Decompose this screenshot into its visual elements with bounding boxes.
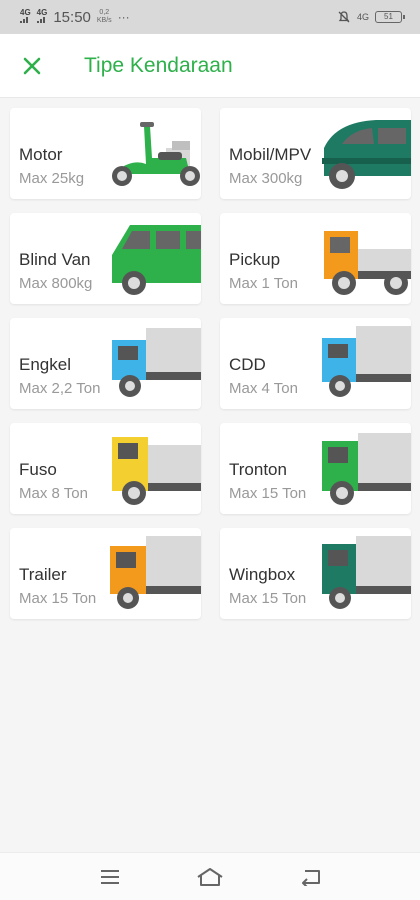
menu-icon	[101, 869, 119, 884]
close-icon	[23, 57, 41, 74]
vehicle-card-blind-van[interactable]: Blind Van Max 800kg	[10, 213, 201, 304]
battery-level: 51	[384, 12, 393, 21]
vehicle-grid: Motor Max 25kg Mobil/MPV Max 300kg Blind…	[10, 108, 412, 619]
vehicle-capacity: Max 15 Ton	[229, 590, 307, 607]
vehicle-name: CDD	[229, 355, 266, 374]
vehicle-capacity: Max 300kg	[229, 170, 303, 187]
vehicle-capacity: Max 15 Ton	[19, 590, 97, 607]
status-bar: 4G 4G 15:50 0,2 KB/s ··· 4G 51	[0, 0, 420, 34]
vehicle-card-fuso[interactable]: Fuso Max 8 Ton	[10, 423, 201, 514]
vehicle-card-trailer[interactable]: Trailer Max 15 Ton	[10, 528, 201, 619]
status-time: 15:50	[53, 8, 91, 26]
vehicle-name: Mobil/MPV	[229, 145, 312, 164]
truck-icon	[112, 437, 201, 505]
mute-bell-icon	[338, 11, 350, 23]
home-button[interactable]	[185, 855, 235, 899]
vehicle-card-cdd[interactable]: CDD Max 4 Ton	[220, 318, 411, 409]
van-icon	[112, 225, 201, 295]
box-truck-icon	[322, 326, 411, 397]
truck-icon	[322, 433, 411, 505]
box-truck-icon	[322, 536, 411, 609]
vehicle-name: Blind Van	[19, 250, 91, 269]
vehicle-card-pickup[interactable]: Pickup Max 1 Ton	[220, 213, 411, 304]
close-button[interactable]	[0, 34, 64, 98]
truck-icon	[112, 328, 201, 397]
vehicle-name: Tronton	[229, 460, 287, 479]
status-right: 4G 51	[337, 10, 405, 24]
vehicle-capacity: Max 25kg	[19, 170, 85, 187]
car-icon	[322, 120, 411, 189]
network-label-2: 4G	[36, 8, 48, 17]
home-icon	[197, 867, 223, 886]
vehicle-name: Motor	[19, 145, 63, 164]
battery-icon: 51	[375, 11, 405, 23]
page-title: Tipe Kendaraan	[84, 53, 233, 77]
vehicle-capacity: Max 8 Ton	[19, 485, 88, 502]
vehicle-card-motor[interactable]: Motor Max 25kg	[10, 108, 201, 199]
vehicle-capacity: Max 1 Ton	[229, 275, 298, 292]
back-button[interactable]	[285, 855, 335, 899]
network-indicator-1: 4G	[20, 9, 31, 25]
network-indicator-2: 4G	[36, 8, 48, 25]
back-icon	[302, 869, 320, 886]
signal-icon	[20, 17, 28, 23]
system-nav-bar	[0, 852, 420, 900]
vehicle-card-mobil-mpv[interactable]: Mobil/MPV Max 300kg	[220, 108, 411, 199]
speed-unit: KB/s	[96, 17, 112, 24]
vehicle-name: Fuso	[19, 460, 57, 479]
vehicle-card-tronton[interactable]: Tronton Max 15 Ton	[220, 423, 411, 514]
signal-label: 4G	[356, 12, 369, 22]
speed-value: 0,2	[99, 9, 110, 16]
vehicle-name: Pickup	[229, 250, 281, 269]
network-speed: 0,2 KB/s	[97, 9, 112, 25]
menu-button[interactable]	[85, 855, 135, 899]
vehicle-name: Trailer	[19, 565, 67, 584]
vehicle-name: Wingbox	[229, 565, 296, 584]
app-header: Tipe Kendaraan	[0, 34, 420, 98]
signal-icon	[36, 17, 45, 23]
status-more: ···	[117, 10, 130, 24]
network-label-1: 4G	[20, 8, 31, 17]
status-left: 4G 4G 15:50 0,2 KB/s ···	[20, 9, 130, 26]
vehicle-card-wingbox[interactable]: Wingbox Max 15 Ton	[220, 528, 411, 619]
vehicle-capacity: Max 2,2 Ton	[19, 380, 101, 397]
truck-icon	[110, 536, 201, 609]
scooter-icon	[112, 122, 200, 186]
vehicle-name: Engkel	[19, 355, 71, 374]
vehicle-capacity: Max 4 Ton	[229, 380, 298, 397]
pickup-icon	[324, 231, 411, 295]
vehicle-capacity: Max 800kg	[19, 275, 93, 292]
vehicle-card-engkel[interactable]: Engkel Max 2,2 Ton	[10, 318, 201, 409]
vehicle-capacity: Max 15 Ton	[229, 485, 307, 502]
